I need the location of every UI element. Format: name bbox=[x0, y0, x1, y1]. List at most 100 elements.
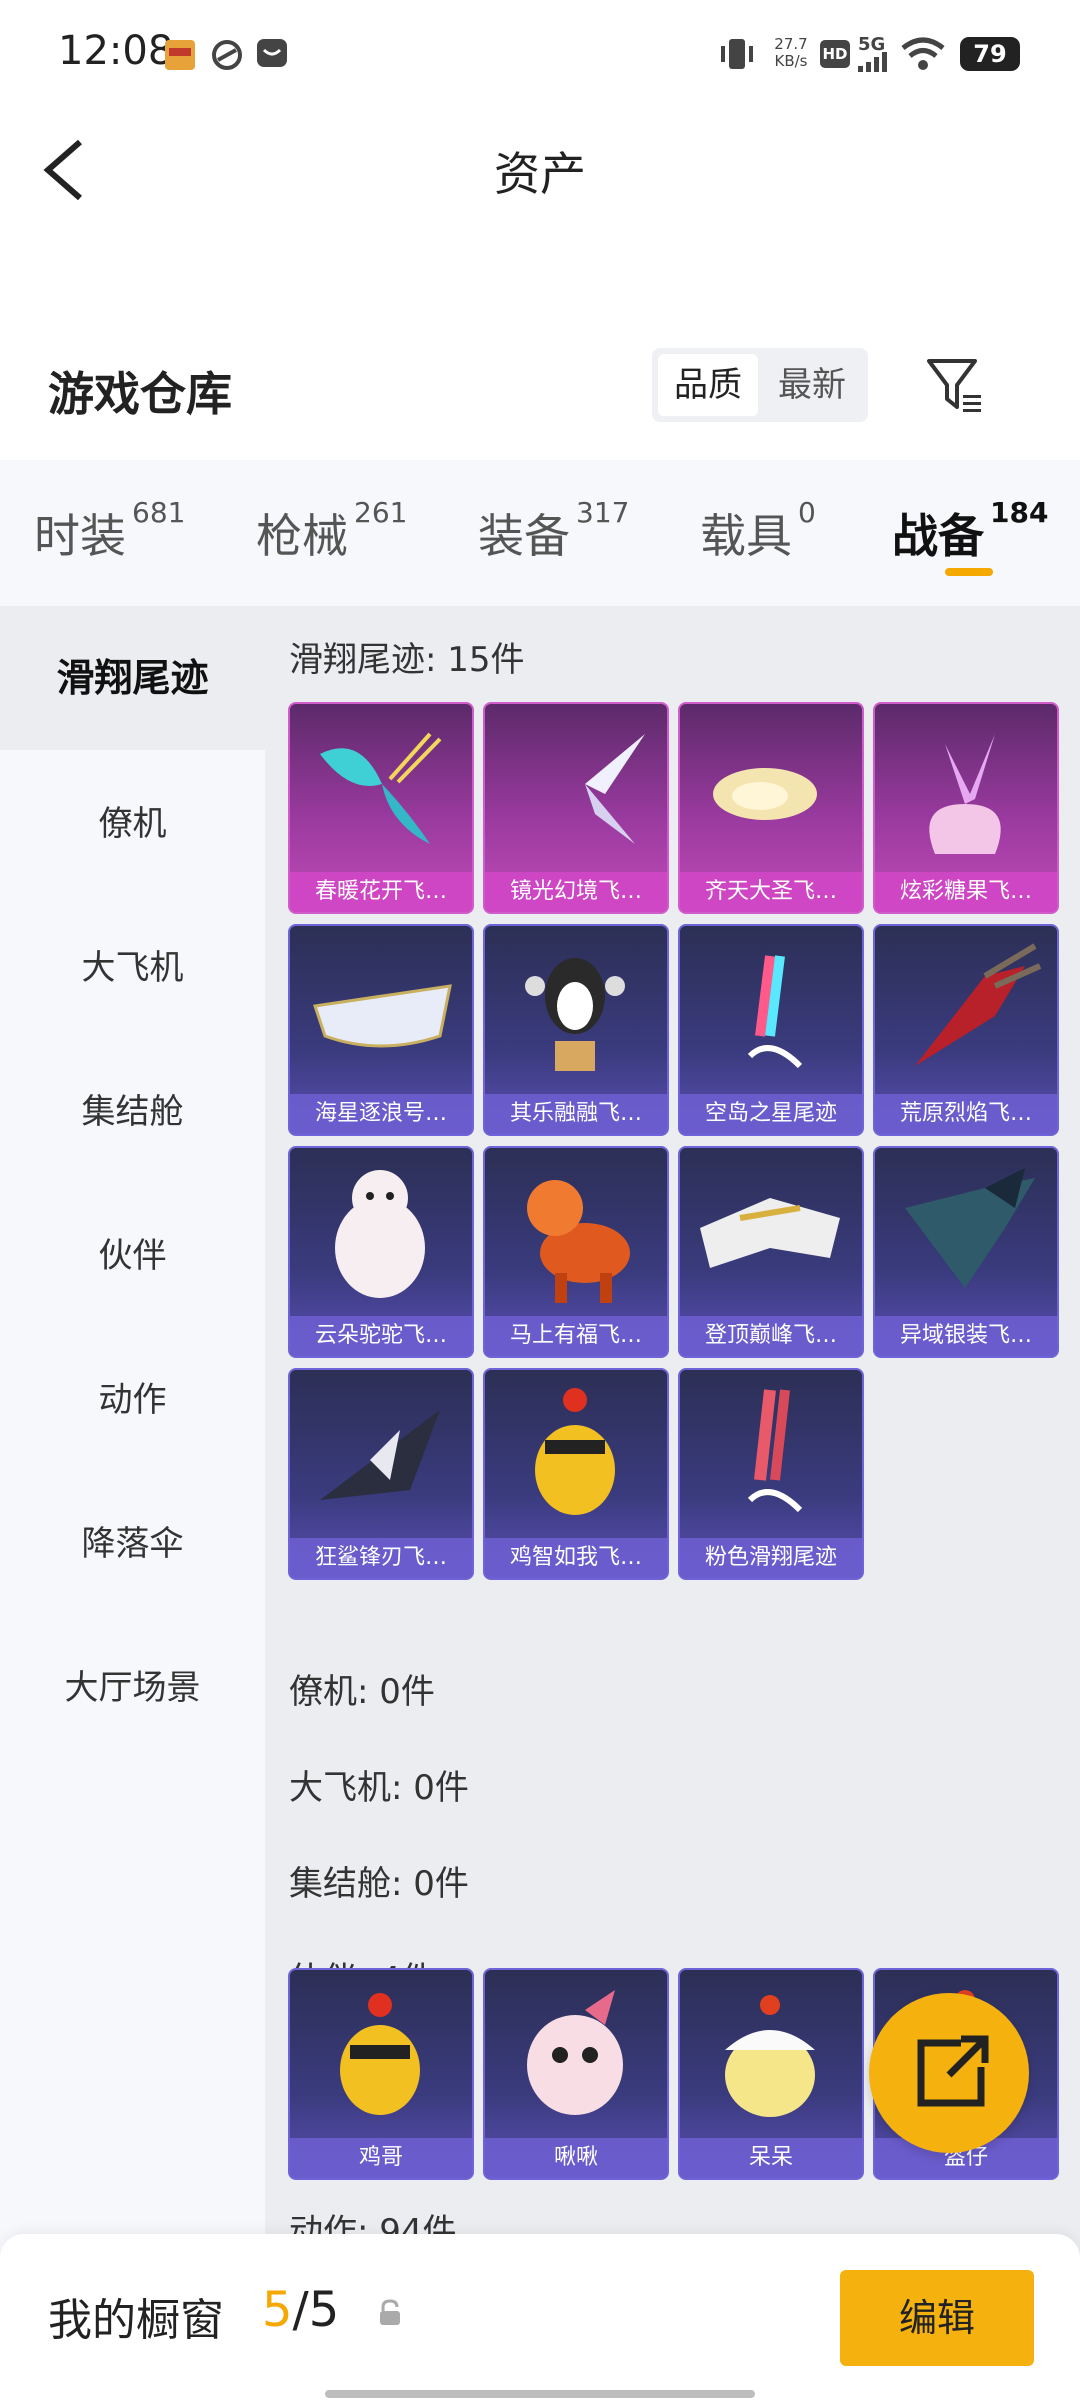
tab-label: 装备 bbox=[478, 509, 570, 563]
item-name: 呆呆 bbox=[680, 2138, 862, 2178]
horse-icon bbox=[527, 1180, 630, 1303]
wifi-icon bbox=[901, 37, 945, 70]
item-card[interactable]: 炫彩糖果飞… bbox=[873, 702, 1059, 914]
chicken-icon bbox=[535, 1388, 615, 1515]
item-name: 狂鲨锋刃飞… bbox=[290, 1538, 472, 1578]
item-name: 荒原烈焰飞… bbox=[875, 1094, 1057, 1134]
filter-icon bbox=[927, 359, 981, 412]
bird-partner-icon bbox=[527, 1990, 623, 2115]
showcase-bar: 我的橱窗 5/5 编辑 bbox=[0, 2234, 1080, 2400]
battery-indicator: 79 bbox=[960, 37, 1020, 71]
showcase-count-total: 5 bbox=[308, 2282, 340, 2338]
item-card[interactable]: 齐天大圣飞… bbox=[678, 702, 864, 914]
item-name: 异域银装飞… bbox=[875, 1316, 1057, 1356]
item-name: 齐天大圣飞… bbox=[680, 872, 862, 912]
jet-glider-icon bbox=[700, 1198, 840, 1268]
item-name: 空岛之星尾迹 bbox=[680, 1094, 862, 1134]
tab-equipment[interactable]: 装备 317 bbox=[478, 496, 629, 566]
item-name: 海星逐浪号… bbox=[290, 1094, 472, 1134]
item-name: 云朵驼驼飞… bbox=[290, 1316, 472, 1356]
item-card[interactable]: 鸡智如我飞… bbox=[483, 1368, 669, 1580]
home-indicator[interactable] bbox=[325, 2390, 755, 2398]
item-card[interactable]: 异域银装飞… bbox=[873, 1146, 1059, 1358]
sidebar-item-wingman[interactable]: 僚机 bbox=[0, 796, 265, 845]
item-card[interactable]: 其乐融融飞… bbox=[483, 924, 669, 1136]
item-card[interactable]: 荒原烈焰飞… bbox=[873, 924, 1059, 1136]
sort-option-latest[interactable]: 最新 bbox=[762, 354, 862, 416]
sidebar-item-lobby-scene[interactable]: 大厅场景 bbox=[0, 1660, 265, 1709]
sort-toggle: 品质 最新 bbox=[652, 348, 868, 422]
item-card[interactable]: 粉色滑翔尾迹 bbox=[678, 1368, 864, 1580]
share-icon bbox=[917, 2035, 989, 2107]
shark-icon bbox=[320, 1410, 440, 1500]
hd-badge: HD bbox=[820, 40, 850, 68]
butterfly-wings-icon bbox=[320, 732, 442, 844]
sidebar-item-parachute[interactable]: 降落伞 bbox=[0, 1516, 265, 1565]
item-card[interactable]: 春暖花开飞… bbox=[288, 702, 474, 914]
silver-wing-icon bbox=[905, 1168, 1035, 1288]
net-speed-value: 27.7 bbox=[774, 35, 808, 53]
item-card[interactable]: 马上有福飞… bbox=[483, 1146, 669, 1358]
sidebar-item-capsule[interactable]: 集结舱 bbox=[0, 1084, 265, 1133]
status-bar: 12:08 27.7 KB/s HD 5G 79 bbox=[0, 0, 1080, 110]
showcase-count-sep: / bbox=[292, 2282, 309, 2338]
page-title: 资产 bbox=[494, 147, 586, 201]
item-card[interactable]: 云朵驼驼飞… bbox=[288, 1146, 474, 1358]
golden-cloud-icon bbox=[713, 768, 817, 820]
tab-count: 0 bbox=[798, 496, 816, 529]
tab-label: 战备 bbox=[892, 509, 984, 563]
item-name: 鸡哥 bbox=[290, 2138, 472, 2178]
section-title-wingman: 僚机: 0件 bbox=[289, 1672, 435, 1712]
item-name: 春暖花开飞… bbox=[290, 872, 472, 912]
tab-label: 枪械 bbox=[256, 509, 348, 563]
signal-icon bbox=[858, 52, 887, 72]
crystal-wings-icon bbox=[505, 734, 645, 844]
sidebar-item-action[interactable]: 动作 bbox=[0, 1372, 265, 1421]
item-name: 炫彩糖果飞… bbox=[875, 872, 1057, 912]
chick-partner-icon bbox=[725, 1995, 815, 2117]
warehouse-title: 游戏仓库 bbox=[48, 367, 232, 421]
item-name: 其乐融融飞… bbox=[485, 1094, 667, 1134]
rainbow-trail-icon bbox=[747, 955, 803, 1069]
item-name: 啾啾 bbox=[485, 2138, 667, 2178]
net-speed-unit: KB/s bbox=[774, 52, 808, 70]
item-name: 鸡智如我飞… bbox=[485, 1538, 667, 1578]
candy-bag-icon bbox=[929, 734, 1001, 854]
alpaca-icon bbox=[335, 1170, 425, 1298]
tab-count: 317 bbox=[576, 496, 630, 529]
lock-icon bbox=[380, 2299, 400, 2325]
section-title-plane: 大飞机: 0件 bbox=[289, 1768, 469, 1808]
tab-label: 载具 bbox=[700, 509, 792, 563]
item-card[interactable]: 海星逐浪号… bbox=[288, 924, 474, 1136]
tab-active-indicator bbox=[945, 568, 993, 576]
net-speed: 27.7 KB/s bbox=[768, 36, 814, 70]
item-card[interactable]: 鸡哥 bbox=[288, 1968, 474, 2180]
edit-button[interactable]: 编辑 bbox=[840, 2270, 1034, 2366]
app-notification-icon bbox=[212, 40, 242, 70]
item-card[interactable]: 啾啾 bbox=[483, 1968, 669, 2180]
item-name: 登顶巅峰飞… bbox=[680, 1316, 862, 1356]
item-card[interactable]: 空岛之星尾迹 bbox=[678, 924, 864, 1136]
filter-button[interactable] bbox=[925, 355, 985, 415]
sidebar: 滑翔尾迹 僚机 大飞机 集结舱 伙伴 动作 降落伞 大厅场景 bbox=[0, 606, 265, 2400]
tab-vehicles[interactable]: 载具 0 bbox=[700, 496, 816, 566]
item-card[interactable]: 镜光幻境飞… bbox=[483, 702, 669, 914]
sort-option-quality[interactable]: 品质 bbox=[658, 354, 758, 416]
boat-icon bbox=[313, 984, 452, 1048]
item-card[interactable]: 呆呆 bbox=[678, 1968, 864, 2180]
item-name: 马上有福飞… bbox=[485, 1316, 667, 1356]
message-icon bbox=[257, 39, 287, 67]
share-button[interactable] bbox=[869, 1993, 1029, 2153]
pink-trail-icon bbox=[747, 1389, 803, 1513]
section-title-capsule: 集结舱: 0件 bbox=[289, 1864, 469, 1904]
showcase-count-current: 5 bbox=[262, 2282, 293, 2338]
sidebar-item-glide-trail[interactable]: 滑翔尾迹 bbox=[0, 606, 265, 750]
tab-fashion[interactable]: 时装 681 bbox=[34, 496, 185, 566]
sidebar-item-plane[interactable]: 大飞机 bbox=[0, 940, 265, 989]
item-card[interactable]: 登顶巅峰飞… bbox=[678, 1146, 864, 1358]
sidebar-item-partner[interactable]: 伙伴 bbox=[0, 1228, 265, 1277]
tab-guns[interactable]: 枪械 261 bbox=[256, 496, 407, 566]
item-name: 粉色滑翔尾迹 bbox=[680, 1538, 862, 1578]
item-card[interactable]: 狂鲨锋刃飞… bbox=[288, 1368, 474, 1580]
tab-battle-gear[interactable]: 战备 184 bbox=[892, 496, 1048, 566]
